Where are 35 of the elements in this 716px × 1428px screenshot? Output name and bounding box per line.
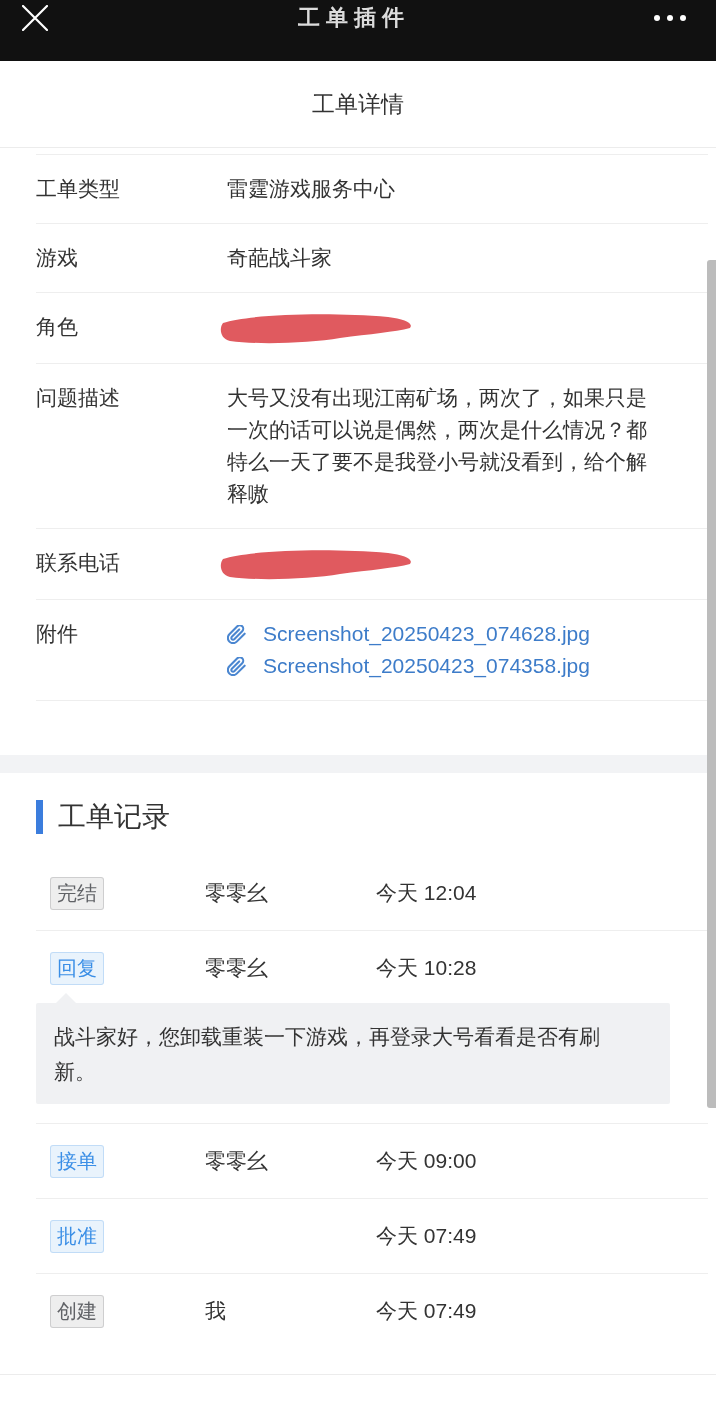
paperclip-icon	[227, 656, 246, 676]
section-title: 工单记录	[58, 800, 170, 834]
operator-name: 我	[205, 1298, 226, 1324]
field-label: 联系电话	[36, 550, 121, 576]
record-time: 今天 09:00	[376, 1148, 477, 1174]
field-label: 游戏	[36, 245, 79, 271]
field-label: 附件	[36, 621, 79, 647]
field-value: 大号又没有出现江南矿场，两次了，如果只是一次的话可以说是偶然，两次是什么情况？都特么一天了要不是我登小号就没看到，给个解释嗷	[227, 385, 648, 507]
operator-name: 零零幺	[205, 955, 268, 981]
field-value: 雷霆游戏服务中心	[227, 176, 396, 202]
record-time: 今天 07:49	[376, 1298, 477, 1324]
status-tag: 回复	[50, 951, 104, 985]
field-value: 奇葩战斗家	[227, 245, 333, 271]
page-title: 工单详情	[312, 89, 404, 119]
more-icon[interactable]	[654, 15, 686, 21]
record-time: 今天 10:28	[376, 955, 477, 981]
record-time: 今天 12:04	[376, 880, 477, 906]
attachment-link[interactable]: Screenshot_20250423_074628.jpg	[227, 618, 590, 650]
record-time: 今天 07:49	[376, 1223, 477, 1249]
paperclip-icon	[227, 624, 246, 644]
field-label: 工单类型	[36, 176, 121, 202]
status-tag: 批准	[50, 1219, 104, 1253]
status-tag: 接单	[50, 1144, 104, 1178]
reply-message: 战斗家好，您卸载重装一下游戏，再登录大号看看是否有刷新。	[36, 1003, 670, 1104]
close-icon[interactable]	[22, 5, 48, 31]
status-tag: 完结	[50, 876, 104, 910]
app-title: 工单插件	[298, 4, 410, 32]
operator-name: 零零幺	[205, 1148, 268, 1174]
status-tag: 创建	[50, 1294, 104, 1328]
scrollbar[interactable]	[707, 260, 716, 1108]
operator-name: 零零幺	[205, 880, 268, 906]
field-label: 角色	[36, 314, 79, 340]
field-label: 问题描述	[36, 385, 121, 411]
attachment-link[interactable]: Screenshot_20250423_074358.jpg	[227, 650, 590, 682]
accent-bar	[36, 800, 43, 834]
